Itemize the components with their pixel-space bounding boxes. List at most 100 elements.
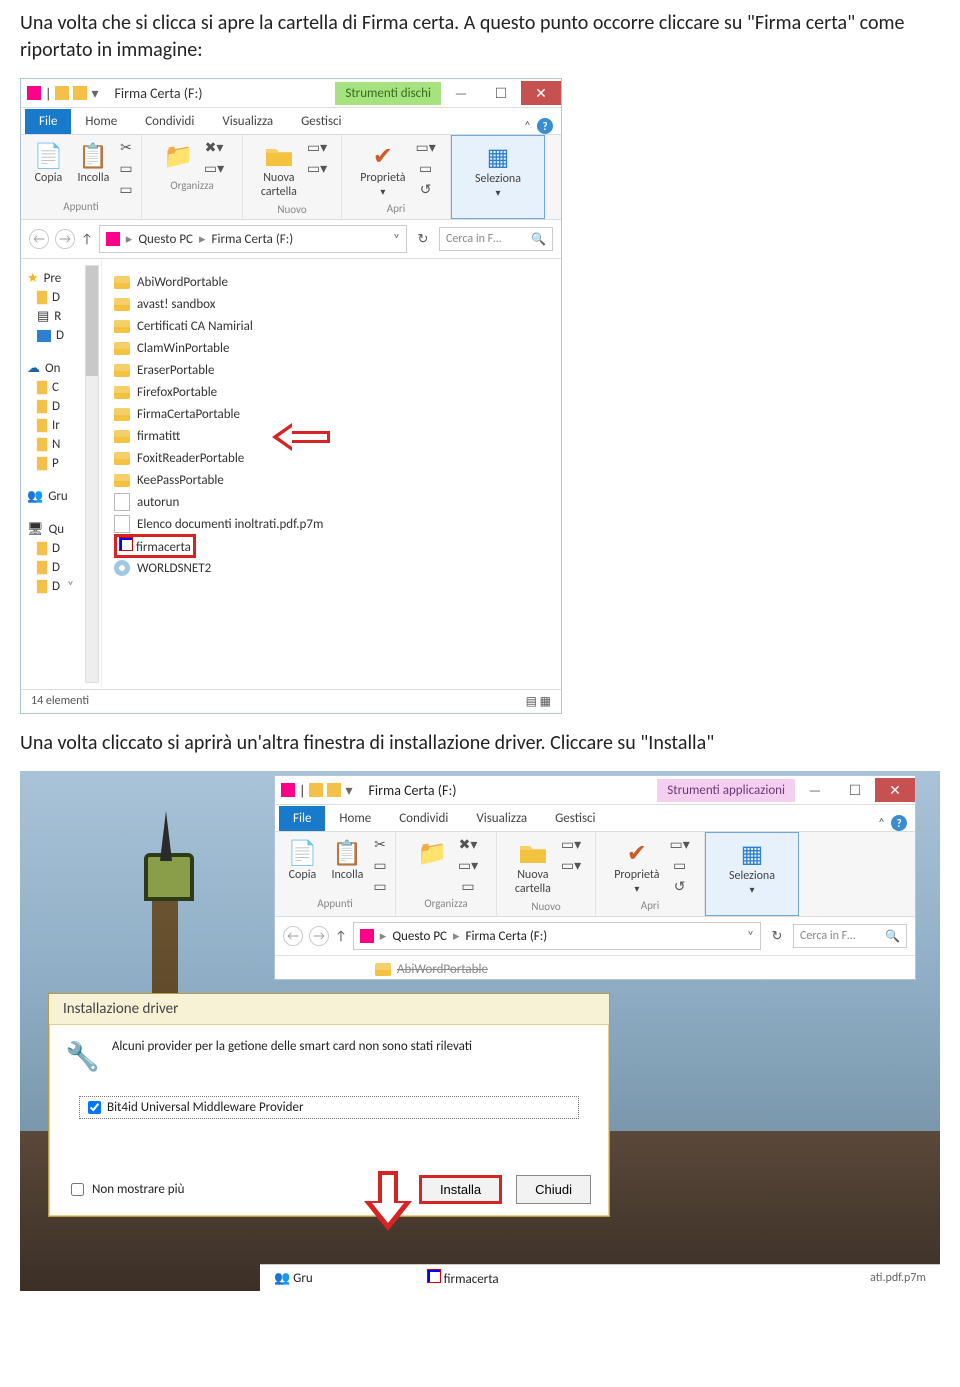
tab-home[interactable]: Home xyxy=(325,806,385,831)
installa-button[interactable]: Installa xyxy=(419,1175,502,1204)
chiudi-button[interactable]: Chiudi xyxy=(516,1175,591,1204)
incolla-button[interactable]: 📋Incolla xyxy=(327,836,367,884)
list-item[interactable]: autorun xyxy=(114,491,549,513)
list-item[interactable]: AbiWordPortable xyxy=(114,271,549,293)
list-item[interactable]: FirmaCertaPortable xyxy=(114,403,549,425)
group-label: Nuovo xyxy=(249,203,335,216)
folder-icon: ▇ xyxy=(37,437,47,452)
select-button[interactable]: ▦Seleziona▾ xyxy=(725,837,779,898)
list-item[interactable]: avast! sandbox xyxy=(114,293,549,315)
taskbar-item[interactable]: firmacerta xyxy=(427,1269,499,1287)
breadcrumb-pc[interactable]: Questo PC xyxy=(138,232,193,247)
new-item-icon[interactable]: ▭▾ xyxy=(307,139,327,156)
breadcrumb[interactable]: ▸ Questo PC ▸ Firma Certa (F:) ˅ xyxy=(99,225,407,253)
back-button[interactable]: ← xyxy=(283,926,303,946)
qat-icon[interactable] xyxy=(27,86,41,100)
list-item[interactable]: EraserPortable xyxy=(114,359,549,381)
maximize-button[interactable]: ☐ xyxy=(481,81,521,105)
rename-icon[interactable]: ▭▾ xyxy=(204,160,224,177)
homegroup-icon: 👥 xyxy=(27,489,43,504)
dont-show-checkbox[interactable]: Non mostrare più xyxy=(67,1180,184,1199)
provider-checkbox[interactable] xyxy=(88,1101,101,1114)
incolla-button[interactable]: 📋Incolla xyxy=(73,139,113,187)
copia-button[interactable]: 📄Copia xyxy=(29,139,67,187)
folder-icon xyxy=(114,430,130,443)
maximize-button[interactable]: ☐ xyxy=(835,778,875,802)
tab-condividi[interactable]: Condividi xyxy=(131,109,208,134)
properties-button[interactable]: ✔Proprietà▾ xyxy=(356,139,409,200)
easy-access-icon[interactable]: ▭▾ xyxy=(307,160,327,177)
collapse-ribbon-icon[interactable]: ˄ xyxy=(524,119,531,134)
search-box[interactable]: Cerca in F…🔍 xyxy=(793,924,907,948)
breadcrumb[interactable]: ▸ Questo PC▸ Firma Certa (F:) ˅ xyxy=(353,922,761,950)
taskbar-item[interactable]: 👥 Gru xyxy=(274,1271,313,1286)
qat-icon[interactable] xyxy=(55,86,69,100)
scrollbar[interactable] xyxy=(85,265,99,683)
tab-gestisci[interactable]: Gestisci xyxy=(541,806,609,831)
collapse-ribbon-icon[interactable]: ˄ xyxy=(878,816,885,831)
new-folder-button[interactable]: Nuova cartella xyxy=(511,836,555,898)
annotation-arrow xyxy=(272,423,332,457)
dialog-message: Alcuni provider per la getione delle sma… xyxy=(112,1039,472,1054)
list-item[interactable]: KeePassPortable xyxy=(114,469,549,491)
nav-pane[interactable]: ★Pre ▇D ▤R D ☁On ▇C ▇D ▇Ir ▇N ▇P 👥Gru 🖥Q… xyxy=(21,259,102,689)
back-button[interactable]: ← xyxy=(29,229,49,249)
provider-row[interactable]: Bit4id Universal Middleware Provider xyxy=(79,1096,579,1119)
tab-file[interactable]: File xyxy=(25,109,71,134)
forward-button[interactable]: → xyxy=(309,926,329,946)
refresh-button[interactable]: ↻ xyxy=(413,232,433,247)
up-button[interactable]: ↑ xyxy=(335,929,347,944)
open-icon[interactable]: ▭▾ xyxy=(416,139,436,156)
copy-path-icon[interactable]: ▭ xyxy=(119,160,132,177)
window-title: Firma Certa (F:) xyxy=(358,782,657,799)
minimize-button[interactable]: — xyxy=(795,778,835,802)
delete-icon[interactable]: ✖▾ xyxy=(204,139,224,156)
properties-button[interactable]: ✔Proprietà▾ xyxy=(610,836,663,897)
list-item[interactable]: FirefoxPortable xyxy=(114,381,549,403)
qat-icon[interactable] xyxy=(73,86,87,100)
wrench-icon: 🔧 xyxy=(65,1039,100,1074)
file-name: WORLDSNET2 xyxy=(137,561,211,576)
desktop-icon xyxy=(37,330,51,342)
move-button[interactable]: 📁 xyxy=(160,139,198,173)
list-item[interactable]: Certificati CA Namirial xyxy=(114,315,549,337)
tab-visualizza[interactable]: Visualizza xyxy=(208,109,287,134)
favorites-icon: ★ xyxy=(27,271,39,286)
help-icon[interactable]: ? xyxy=(891,815,907,831)
select-button[interactable]: ▦Seleziona▾ xyxy=(471,140,525,201)
refresh-button[interactable]: ↻ xyxy=(767,929,787,944)
history-icon[interactable]: ↺ xyxy=(416,181,436,198)
qat-dropdown-icon[interactable]: ▾ xyxy=(91,85,98,102)
folder-icon xyxy=(114,320,130,333)
minimize-button[interactable]: — xyxy=(441,81,481,105)
tab-condividi[interactable]: Condividi xyxy=(385,806,462,831)
view-buttons[interactable]: ▤ ▦ xyxy=(526,694,551,709)
search-box[interactable]: Cerca in F…🔍 xyxy=(439,227,553,251)
cut-icon[interactable]: ✂ xyxy=(119,139,132,156)
tab-gestisci[interactable]: Gestisci xyxy=(287,109,355,134)
list-item[interactable]: firmacerta xyxy=(114,535,549,557)
list-item[interactable]: AbiWordPortable xyxy=(397,962,488,977)
help-icon[interactable]: ? xyxy=(537,118,553,134)
new-folder-button[interactable]: Nuova cartella xyxy=(257,139,301,201)
breadcrumb-drive[interactable]: Firma Certa (F:) xyxy=(212,232,294,247)
disc-icon xyxy=(114,560,130,576)
paste-shortcut-icon[interactable]: ▭ xyxy=(119,181,132,198)
tab-home[interactable]: Home xyxy=(71,109,131,134)
edit-icon[interactable]: ▭ xyxy=(416,160,436,177)
close-button[interactable]: ✕ xyxy=(875,778,915,802)
instruction-paragraph-2: Una volta cliccato si aprirà un'altra fi… xyxy=(20,730,940,757)
list-item[interactable]: ClamWinPortable xyxy=(114,337,549,359)
list-item[interactable]: Elenco documenti inoltrati.pdf.p7m xyxy=(114,513,549,535)
up-button[interactable]: ↑ xyxy=(81,232,93,247)
copia-button[interactable]: 📄Copia xyxy=(283,836,321,884)
dropdown-icon[interactable]: ˅ xyxy=(393,232,400,247)
close-button[interactable]: ✕ xyxy=(521,81,561,105)
file-name: AbiWordPortable xyxy=(137,275,228,290)
tab-visualizza[interactable]: Visualizza xyxy=(462,806,541,831)
item-count: 14 elementi xyxy=(31,694,89,709)
list-item[interactable]: WORLDSNET2 xyxy=(114,557,549,579)
tab-file[interactable]: File xyxy=(279,806,325,831)
file-name: autorun xyxy=(137,495,179,510)
forward-button[interactable]: → xyxy=(55,229,75,249)
